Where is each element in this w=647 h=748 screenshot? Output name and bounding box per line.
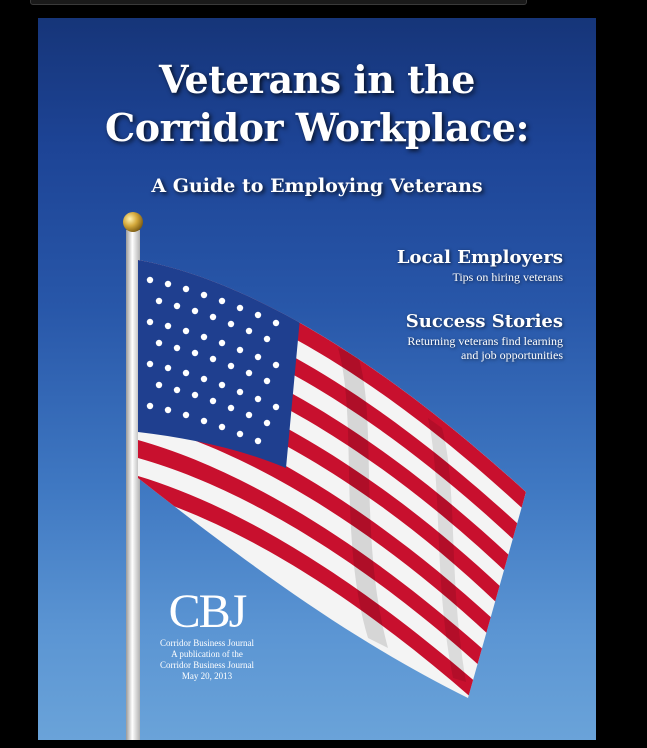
publication-date: May 20, 2013: [181, 671, 233, 681]
section-text: Tips on hiring veterans: [452, 270, 563, 284]
flag-finial: [123, 212, 143, 232]
section-local-employers: Local Employers Tips on hiring veterans: [397, 246, 563, 284]
title-line-1: Veterans in the: [159, 57, 475, 102]
cover-title: Veterans in the Corridor Workplace:: [38, 56, 596, 152]
publication-line-1: A publication of the: [171, 649, 243, 659]
flag-pole: [126, 230, 140, 740]
section-text: and job opportunities: [461, 348, 563, 362]
section-success-stories: Success Stories Returning veterans find …: [406, 310, 563, 362]
magazine-cover-frame: Veterans in the Corridor Workplace: A Gu…: [0, 0, 647, 748]
logo-mark: CBJ: [168, 585, 248, 638]
top-edge-bar: [30, 0, 527, 5]
magazine-cover: Veterans in the Corridor Workplace: A Gu…: [38, 18, 596, 740]
cbj-logo: CBJ Corridor Business Journal A publicat…: [148, 586, 266, 682]
section-text: Returning veterans find learning: [407, 334, 563, 348]
cover-subtitle: A Guide to Employing Veterans: [151, 175, 483, 197]
publication-line-2: Corridor Business Journal: [160, 660, 254, 670]
section-heading: Local Employers: [396, 247, 563, 268]
title-line-2: Corridor Workplace:: [105, 105, 529, 150]
section-heading: Success Stories: [405, 311, 563, 332]
logo-name: Corridor Business Journal: [160, 638, 254, 648]
